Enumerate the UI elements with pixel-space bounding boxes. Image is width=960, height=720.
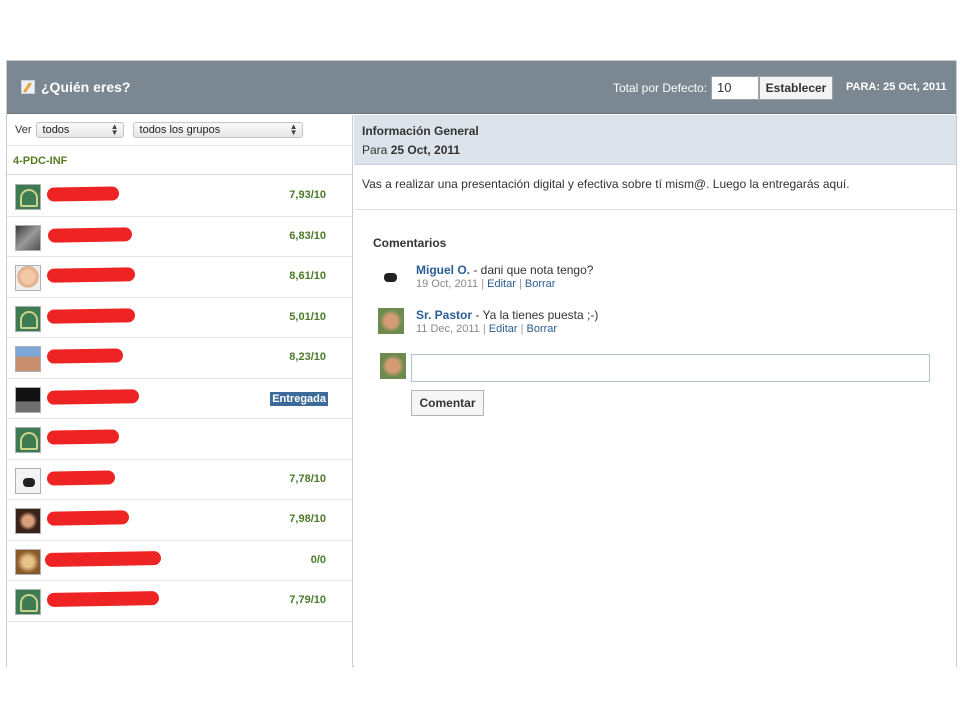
student-score: 0/0	[310, 553, 326, 566]
comment-input[interactable]	[411, 354, 930, 382]
redacted-name	[46, 591, 160, 607]
student-row[interactable]: 7,79/10	[7, 581, 352, 622]
dog-avatar	[15, 467, 41, 494]
meta-separator: |	[520, 323, 524, 335]
student-row[interactable]: 0/0	[7, 541, 352, 581]
student-list: 7,93/10 6,83/10 8,61/10 5,01/10 8,23/10	[7, 176, 352, 622]
ver-label: Ver	[15, 124, 32, 136]
student-row[interactable]: 7,98/10	[7, 500, 352, 541]
comment-date: 11 Dec, 2011	[416, 323, 480, 335]
student-row[interactable]: 8,23/10	[7, 338, 352, 379]
redacted-name	[46, 388, 140, 405]
student-row[interactable]: 5,01/10	[7, 298, 352, 338]
comment-body: Sr. Pastor - Ya la tienes puesta ;-) 11 …	[416, 308, 598, 335]
redacted-name	[47, 226, 133, 243]
total-default-label: Total por Defecto:	[613, 81, 708, 95]
group-label: 4-PDC-INF	[7, 145, 352, 175]
comment-meta: 19 Oct, 2011 | Editar | Borrar	[416, 278, 593, 290]
student-panel: Ver todos ▲ ▼ todos los grupos ▲ ▼ 4-PDC-I…	[7, 115, 353, 667]
entregada-badge: Entregada	[270, 391, 328, 406]
default-avatar-icon	[15, 589, 41, 615]
comment-author[interactable]: Miguel O.	[416, 263, 470, 277]
assignment-description: Vas a realizar una presentación digital …	[354, 165, 956, 210]
select-arrows-icon: ▲ ▼	[289, 122, 298, 137]
student-score: 6,83/10	[289, 229, 326, 242]
redacted-name	[46, 510, 130, 526]
student-score: 7,98/10	[289, 513, 326, 525]
dog-avatar	[378, 263, 404, 289]
redacted-name	[44, 550, 162, 567]
select-arrows-icon: ▲ ▼	[110, 122, 119, 137]
comment-text: - Ya la tienes puesta ;-)	[472, 308, 599, 322]
student-score: 8,23/10	[289, 351, 326, 363]
redacted-name	[46, 429, 120, 445]
man-avatar	[378, 308, 404, 334]
student-row[interactable]: 7,93/10	[7, 176, 352, 217]
info-para-prefix: Para	[362, 143, 388, 157]
default-avatar-icon	[15, 184, 41, 210]
default-avatar-icon	[15, 305, 41, 332]
redacted-name	[46, 469, 116, 486]
establecer-button[interactable]: Establecer	[759, 76, 833, 100]
default-avatar-icon	[15, 427, 41, 453]
student-row[interactable]	[7, 419, 352, 460]
edit-note-icon	[21, 80, 35, 94]
student-score: 7,93/10	[289, 189, 326, 201]
person-avatar	[15, 346, 41, 372]
comment-edit-link[interactable]: Editar	[487, 278, 516, 290]
dark-avatar	[15, 386, 41, 413]
wolf-avatar	[15, 224, 41, 251]
meta-separator: |	[518, 278, 522, 290]
cake-avatar	[15, 548, 41, 575]
app-title: ¿Quién eres?	[21, 79, 130, 95]
top-bar: ¿Quién eres? Total por Defecto: 10 Estab…	[7, 61, 956, 114]
group-select[interactable]: todos los grupos ▲ ▼	[132, 122, 303, 138]
current-user-avatar	[380, 353, 406, 379]
redacted-name	[46, 267, 136, 283]
student-score: 7,79/10	[289, 594, 326, 606]
meta-separator: |	[481, 278, 485, 290]
group-select-value: todos los grupos	[139, 124, 221, 136]
info-para-date: 25 Oct, 2011	[390, 143, 461, 157]
comment-meta: 11 Dec, 2011 | Editar | Borrar	[416, 323, 598, 335]
comment-date: 19 Oct, 2011	[416, 278, 479, 290]
baby-avatar	[15, 265, 41, 291]
ver-select[interactable]: todos ▲ ▼	[35, 122, 124, 138]
redacted-name	[46, 186, 120, 202]
redacted-name	[46, 307, 136, 324]
comments-title: Comentarios	[373, 236, 447, 250]
comment-text: - dani que nota tengo?	[470, 263, 594, 277]
student-row[interactable]: 7,78/10	[7, 460, 352, 500]
student-score: 7,78/10	[289, 472, 326, 485]
app-frame: ¿Quién eres? Total por Defecto: 10 Estab…	[6, 60, 957, 667]
due-date-label: PARA: 25 Oct, 2011	[846, 81, 947, 93]
info-title: Información General	[362, 124, 479, 138]
student-score: 5,01/10	[289, 310, 326, 323]
comentar-button[interactable]: Comentar	[411, 390, 484, 416]
meta-separator: |	[482, 323, 486, 335]
filter-row: Ver todos ▲ ▼ todos los grupos ▲ ▼	[7, 115, 352, 145]
comment-body: Miguel O. - dani que nota tengo? 19 Oct,…	[416, 263, 593, 290]
student-score: 8,61/10	[289, 270, 326, 282]
student-row[interactable]: Entregada	[7, 379, 352, 419]
ver-select-value: todos	[42, 124, 70, 136]
assignment-panel: Información General Para 25 Oct, 2011 Va…	[354, 115, 956, 667]
info-header: Información General Para 25 Oct, 2011	[354, 115, 956, 165]
student-row[interactable]: 8,61/10	[7, 257, 352, 298]
info-due-date: Para 25 Oct, 2011	[362, 143, 956, 157]
app-title-text: ¿Quién eres?	[41, 79, 131, 95]
comment-delete-link[interactable]: Borrar	[525, 278, 556, 290]
woman-avatar	[15, 508, 41, 534]
redacted-name	[46, 348, 124, 364]
comment-delete-link[interactable]: Borrar	[527, 323, 558, 335]
comment-edit-link[interactable]: Editar	[489, 323, 518, 335]
student-row[interactable]: 6,83/10	[7, 217, 352, 257]
comment-author[interactable]: Sr. Pastor	[416, 308, 472, 322]
total-default-input[interactable]: 10	[711, 76, 759, 100]
